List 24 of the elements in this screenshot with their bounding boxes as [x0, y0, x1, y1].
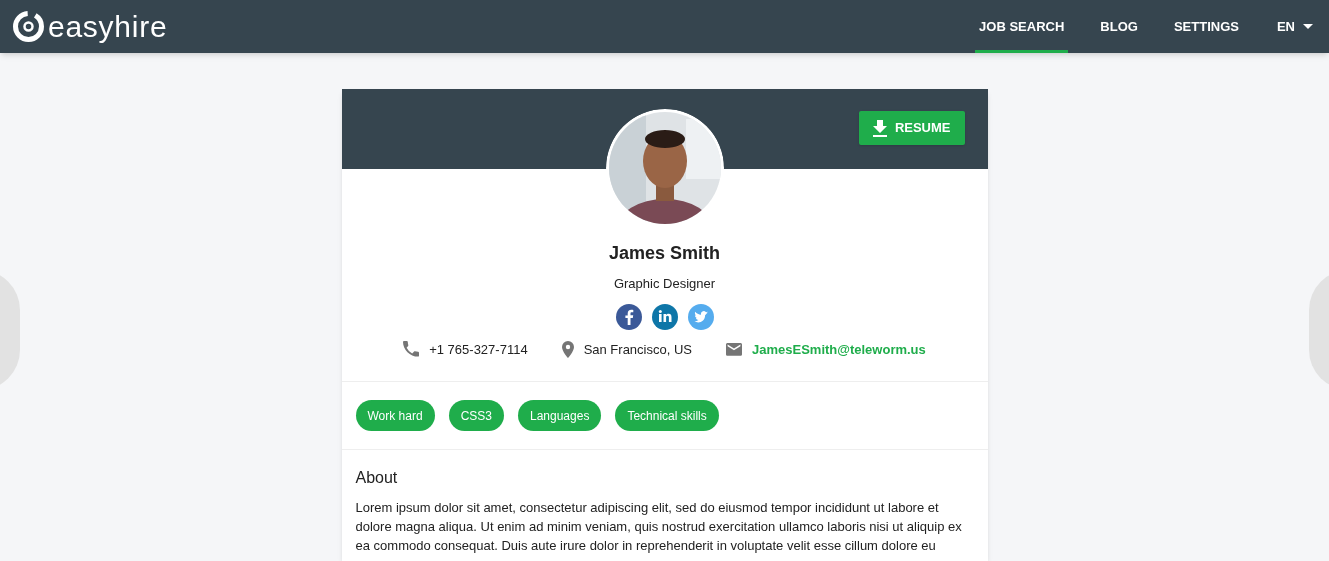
about-heading: About — [355, 468, 399, 488]
logo-icon — [12, 10, 45, 43]
nav-tab[interactable]: BLOG — [1096, 0, 1142, 53]
skill-tag: CSS3 — [448, 400, 504, 431]
logo-text: easyhire — [48, 11, 168, 42]
job-title: Graphic Designer — [613, 275, 716, 293]
nav-tab[interactable]: SETTINGS — [1169, 0, 1243, 53]
skill-tag: Work hard — [355, 400, 435, 431]
profile-name: James Smith — [608, 242, 721, 265]
location-pin-icon — [561, 340, 574, 358]
language-selector[interactable]: EN — [1276, 16, 1313, 37]
linkedin-icon[interactable] — [651, 303, 678, 330]
caret-icon — [1303, 24, 1313, 29]
mail-icon — [726, 342, 742, 356]
about-text: Lorem ipsum dolor sit amet, consectetur adipiscing elit, sed do eiusmod tempor incididunt ut labore et dolore magna aliqua. Ut enim ad minim veniam, quis nostrud exercitation ullamco laboris nisi ut aliquip ex ea commodo consequat. Duis aute irure dolor in reprehenderit in voluptate velit esse cillum dolore eu — [355, 499, 963, 555]
skill-tag: Languages — [518, 400, 602, 431]
phone-icon — [403, 341, 420, 358]
location-text: San Francisco, US — [583, 340, 692, 359]
download-icon — [872, 119, 887, 137]
phone-number: +1 765-327-7114 — [429, 340, 528, 359]
nav-tab[interactable]: JOB SEARCH — [975, 0, 1069, 53]
twitter-icon[interactable] — [687, 303, 714, 330]
facebook-icon[interactable] — [615, 303, 642, 330]
skill-tag: Technical skills — [615, 400, 719, 431]
